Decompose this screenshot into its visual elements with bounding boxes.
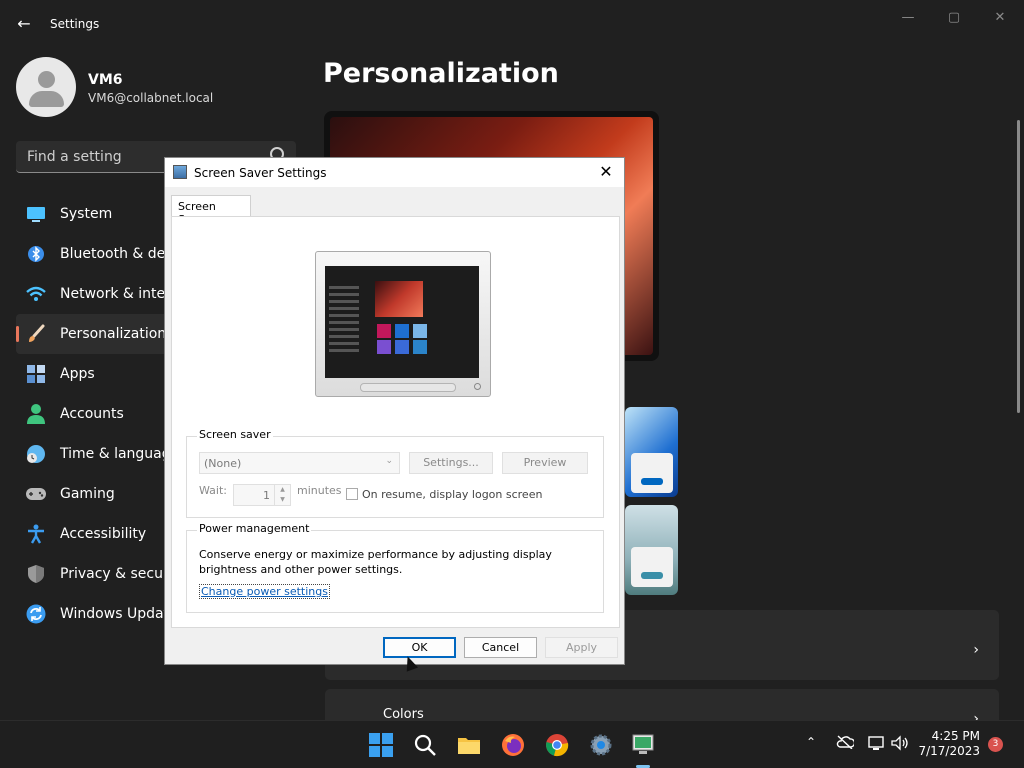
user-name: VM6 [88,72,123,88]
person-icon [26,404,46,424]
screen-saver-group-label: Screen saver [197,428,273,441]
screen-saver-icon[interactable] [631,733,655,757]
mini-theme-tile [413,324,427,338]
firefox-icon[interactable] [501,733,525,757]
user-email: VM6@collabnet.local [88,91,214,105]
file-explorer-icon[interactable] [457,733,481,757]
mini-theme-tile [413,340,427,354]
wait-label: Wait: [199,484,227,497]
settings-button[interactable]: Settings... [409,452,493,474]
ok-button[interactable]: OK [383,637,456,658]
avatar-head [38,71,55,88]
sidebar-item-label: Apps [60,366,95,382]
mini-theme-tile [377,340,391,354]
stepper-arrows-icon[interactable]: ▲ ▼ [274,485,290,505]
search-placeholder: Find a setting [27,149,122,165]
cancel-button[interactable]: Cancel [464,637,537,658]
bluetooth-icon [26,244,46,264]
tab-strip: Screen Saver [171,195,620,226]
dialog-close-button[interactable]: ✕ [597,162,615,181]
wait-value: 1 [263,489,270,502]
theme-tile-windows-light[interactable] [625,407,678,497]
minutes-label: minutes [297,484,342,497]
resume-logon-label: On resume, display logon screen [362,488,543,501]
settings-icon[interactable] [589,733,613,757]
sidebar-item-label: System [60,206,113,222]
page-title: Personalization [323,58,559,89]
taskbar-clock[interactable]: 4:25 PM 7/17/2023 [918,729,980,759]
accessibility-icon [26,524,46,544]
screen-saver-icon [173,165,187,179]
back-button[interactable]: ← [14,14,34,34]
wifi-icon [26,284,46,304]
globe-clock-icon [26,444,46,464]
sidebar-item-label: Accessibility [60,526,147,542]
volume-icon[interactable] [891,735,909,754]
monitor-preview [315,251,491,397]
mini-theme-tile [377,324,391,338]
sidebar-item-label: Time & language [60,446,180,462]
theme-chip [631,547,673,587]
close-button[interactable]: ✕ [990,8,1010,28]
scrollbar[interactable] [1017,120,1020,413]
gamepad-icon [26,484,46,504]
monitor-icon [26,204,46,224]
screen-saver-select[interactable]: (None) ⌄ [199,452,400,474]
maximize-button[interactable]: ▢ [944,8,964,28]
preview-button[interactable]: Preview [502,452,588,474]
sidebar-item-label: Accounts [60,406,124,422]
tab-panel: Screen saver (None) ⌄ Settings... Previe… [171,216,620,628]
start-icon[interactable] [369,733,393,757]
chevron-right-icon: › [973,642,979,658]
minimize-button[interactable]: — [898,8,918,28]
cloud-offline-icon[interactable] [836,735,856,752]
apps-icon [26,364,46,384]
power-description: Conserve energy or maximize performance … [199,548,552,576]
screen-saver-selected: (None) [204,457,242,470]
update-icon [26,604,46,624]
dialog-title-bar[interactable]: Screen Saver Settings ✕ [165,158,624,187]
tab-screen-saver[interactable]: Screen Saver [171,195,251,226]
power-management-label: Power management [197,522,312,535]
taskbar: ⌃ 4:25 PM 7/17/2023 3 [0,720,1024,768]
monitor-screen [325,266,479,378]
mini-theme-tile [395,340,409,354]
theme-tile-glow[interactable] [625,505,678,595]
avatar-body [29,91,64,107]
app-title: Settings [50,17,100,31]
clock-time: 4:25 PM [931,729,980,743]
change-power-settings-link[interactable]: Change power settings [199,584,330,599]
mini-theme-tile [395,324,409,338]
sidebar-item-label: Gaming [60,486,115,502]
title-bar: ← Settings — ▢ ✕ [0,0,1024,48]
chevron-down-icon: ⌄ [385,456,393,466]
apply-button[interactable]: Apply [545,637,618,658]
power-management-group: Power management Conserve energy or maxi… [186,522,604,613]
monitor-power-knob [474,383,481,390]
brush-icon [26,324,46,344]
sidebar-item-label: Windows Update [60,606,178,622]
search-icon[interactable] [413,733,437,757]
screen-saver-dialog: Screen Saver Settings ✕ Screen Saver Scr… [164,157,625,665]
theme-chip [631,453,673,493]
wait-minutes-stepper[interactable]: 1 ▲ ▼ [233,484,291,506]
avatar[interactable] [16,57,76,117]
clock-date: 7/17/2023 [918,744,980,758]
notification-badge[interactable]: 3 [988,737,1003,752]
monitor-base [360,383,456,392]
shield-icon [26,564,46,584]
sidebar-item-label: Personalization [60,326,167,342]
dialog-title: Screen Saver Settings [194,166,327,180]
resume-logon-checkbox[interactable] [346,488,358,500]
network-icon[interactable] [868,735,886,754]
mini-wallpaper [375,281,423,317]
screen-saver-group: Screen saver (None) ⌄ Settings... Previe… [186,428,604,518]
chevron-up-icon[interactable]: ⌃ [806,735,816,749]
chrome-icon[interactable] [545,733,569,757]
mini-sidebar [329,286,369,372]
